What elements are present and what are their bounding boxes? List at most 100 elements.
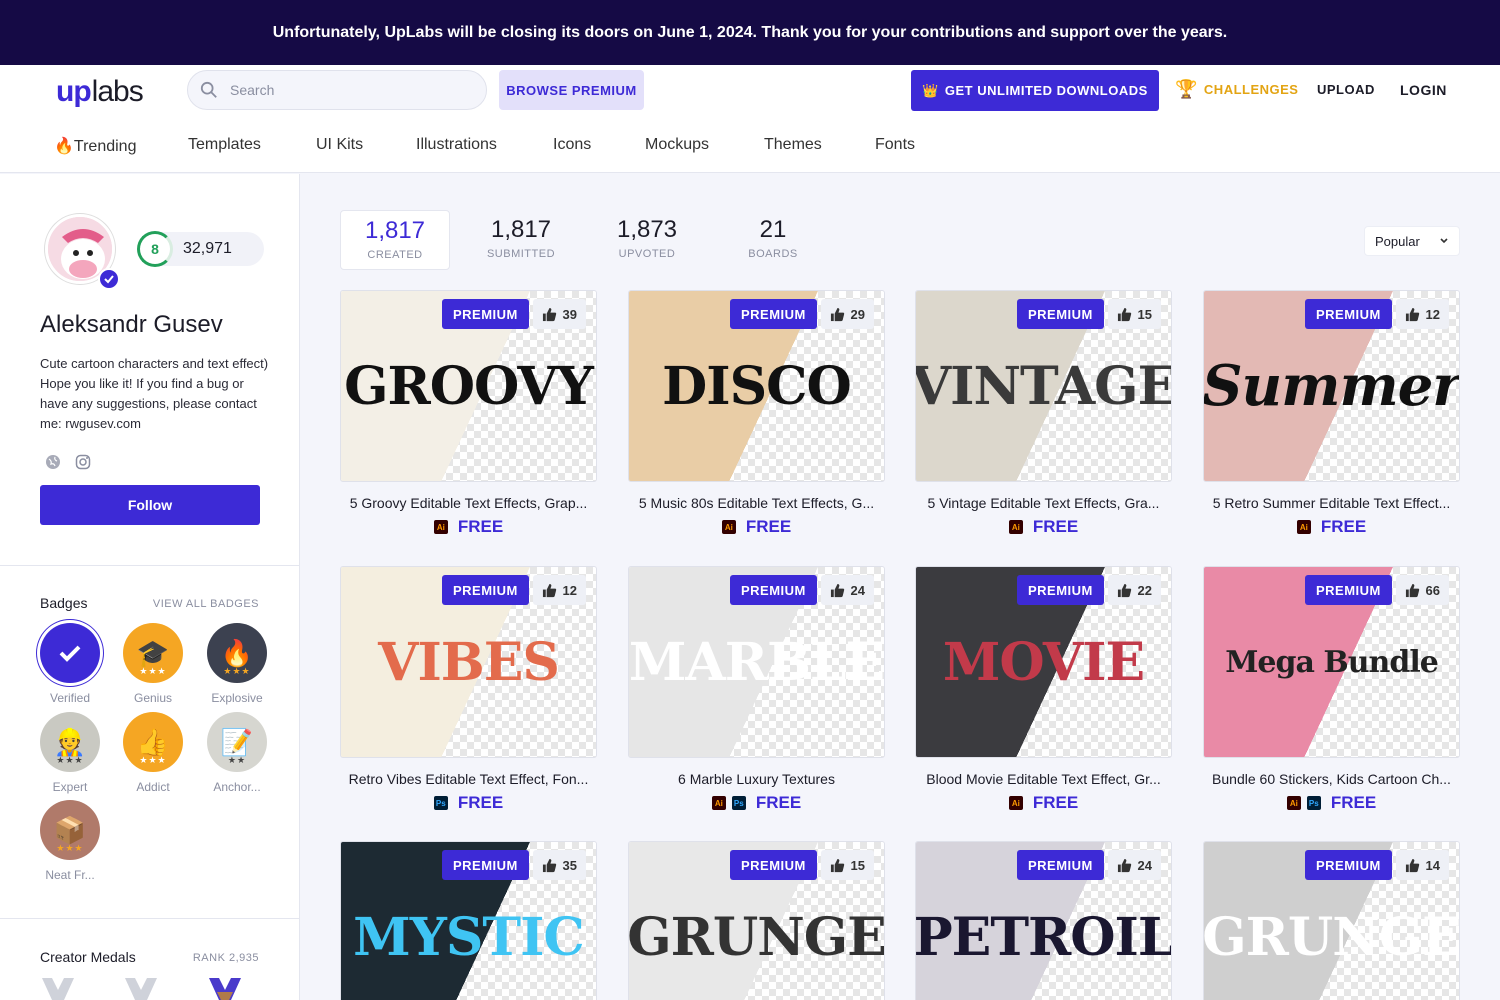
search-box[interactable]: [187, 70, 487, 110]
card-title[interactable]: 5 Groovy Editable Text Effects, Grap...: [340, 495, 597, 511]
badge-genius[interactable]: 🎓 ★★★ Genius: [122, 623, 184, 705]
browse-premium-button[interactable]: BROWSE PREMIUM: [499, 70, 644, 110]
artwork-text: DISCO: [662, 355, 852, 417]
like-button[interactable]: 29: [820, 299, 874, 329]
top-header: uplabs BROWSE PREMIUM 👑 GET UNLIMITED DO…: [0, 65, 1500, 173]
like-button[interactable]: 22: [1107, 575, 1161, 605]
badge-expert[interactable]: 👷 ★★★ Expert: [39, 712, 101, 794]
card-meta: Ai FREE: [915, 517, 1172, 537]
card-thumbnail[interactable]: GROOVY PREMIUM 39: [340, 290, 597, 482]
illustrator-file-icon: Ai: [1008, 520, 1023, 534]
card-thumbnail[interactable]: GRUNGE PREMIUM 15: [628, 841, 885, 1000]
card-thumbnail[interactable]: GRUNGE PREMIUM 14: [1203, 841, 1460, 1000]
design-card[interactable]: MARBLE PREMIUM 24 6 Marble Luxury Textures A…: [628, 566, 885, 813]
category-mockups[interactable]: Mockups: [645, 136, 709, 154]
category-ui-kits[interactable]: UI Kits: [316, 136, 363, 154]
card-thumbnail[interactable]: MYSTIC PREMIUM 35: [340, 841, 597, 1000]
design-card[interactable]: GROOVY PREMIUM 39 5 Groovy Editable Text Ef…: [340, 290, 597, 537]
like-button[interactable]: 12: [1395, 299, 1449, 329]
badge-label: Addict: [136, 780, 170, 794]
like-button[interactable]: 15: [1107, 299, 1161, 329]
card-thumbnail[interactable]: DISCO PREMIUM 29: [628, 290, 885, 482]
photoshop-file-icon: Ps: [433, 796, 448, 810]
category-illustrations[interactable]: Illustrations: [416, 136, 497, 154]
badge-explosive[interactable]: 🔥 ★★★ Explosive: [206, 623, 268, 705]
flame-icon: 🔥 ★★★: [207, 623, 267, 683]
sort-dropdown[interactable]: Popular: [1364, 226, 1460, 256]
badge-addict[interactable]: 👍 ★★★ Addict: [122, 712, 184, 794]
category-fonts[interactable]: Fonts: [875, 136, 915, 154]
badge-anchor[interactable]: 📝 ★★ Anchor...: [206, 712, 268, 794]
like-count: 29: [850, 306, 865, 322]
category-icons[interactable]: Icons: [553, 136, 591, 154]
card-title[interactable]: 6 Marble Luxury Textures: [628, 771, 885, 787]
category-themes[interactable]: Themes: [764, 136, 822, 154]
like-button[interactable]: 24: [820, 575, 874, 605]
upload-link[interactable]: UPLOAD: [1317, 82, 1375, 97]
design-card[interactable]: VIBES PREMIUM 12 Retro Vibes Editable Text …: [340, 566, 597, 813]
card-title[interactable]: Retro Vibes Editable Text Effect, Fon...: [340, 771, 597, 787]
like-button[interactable]: 14: [1395, 850, 1449, 880]
card-thumbnail[interactable]: VIBES PREMIUM 12: [340, 566, 597, 758]
design-card[interactable]: VINTAGE PREMIUM 15 5 Vintage Editable Text …: [915, 290, 1172, 537]
badge-verified[interactable]: Verified: [39, 623, 101, 705]
thumbs-up-icon: 👍 ★★★: [123, 712, 183, 772]
uplabs-logo[interactable]: up labs: [56, 75, 144, 109]
login-link[interactable]: LOGIN: [1400, 82, 1447, 98]
search-input[interactable]: [230, 82, 470, 98]
card-title[interactable]: Bundle 60 Stickers, Kids Cartoon Ch...: [1203, 771, 1460, 787]
challenges-label: CHALLENGES: [1203, 82, 1299, 97]
design-card[interactable]: MYSTIC PREMIUM 35: [340, 841, 597, 1000]
category-templates[interactable]: Templates: [188, 136, 261, 154]
challenges-link[interactable]: 🏆 CHALLENGES: [1175, 79, 1298, 100]
stat-upvoted[interactable]: 1,873 UPVOTED: [592, 210, 702, 270]
like-count: 24: [850, 582, 865, 598]
badge-label: Verified: [49, 691, 91, 705]
card-title[interactable]: Blood Movie Editable Text Effect, Gr...: [915, 771, 1172, 787]
card-title[interactable]: 5 Vintage Editable Text Effects, Gra...: [915, 495, 1172, 511]
card-title[interactable]: 5 Music 80s Editable Text Effects, G...: [628, 495, 885, 511]
like-button[interactable]: 15: [820, 850, 874, 880]
card-thumbnail[interactable]: VINTAGE PREMIUM 15: [915, 290, 1172, 482]
design-card[interactable]: Mega Bundle PREMIUM 66 Bundle 60 Stickers, …: [1203, 566, 1460, 813]
illustrator-file-icon: Ai: [1296, 520, 1311, 534]
premium-badge: PREMIUM: [1017, 850, 1104, 880]
design-card[interactable]: GRUNGE PREMIUM 14: [1203, 841, 1460, 1000]
design-card[interactable]: DISCO PREMIUM 29 5 Music 80s Editable Text …: [628, 290, 885, 537]
stat-submitted[interactable]: 1,817 SUBMITTED: [466, 210, 576, 270]
design-card[interactable]: Summer PREMIUM 12 5 Retro Summer Editable T…: [1203, 290, 1460, 537]
get-unlimited-downloads-button[interactable]: 👑 GET UNLIMITED DOWNLOADS: [911, 70, 1159, 111]
card-thumbnail[interactable]: PETROIL PREMIUM 24: [915, 841, 1172, 1000]
like-button[interactable]: 24: [1107, 850, 1161, 880]
view-all-badges-link[interactable]: VIEW ALL BADGES: [153, 598, 259, 610]
like-button[interactable]: 12: [532, 575, 586, 605]
price-free: FREE: [1330, 793, 1377, 812]
price-free: FREE: [1032, 793, 1079, 812]
thumbs-up-icon: [830, 307, 844, 321]
like-count: 24: [1137, 857, 1152, 873]
design-card[interactable]: GRUNGE PREMIUM 15: [628, 841, 885, 1000]
instagram-icon[interactable]: [75, 454, 91, 470]
category-trending[interactable]: 🔥Trending: [54, 136, 136, 156]
card-thumbnail[interactable]: Summer PREMIUM 12: [1203, 290, 1460, 482]
stat-boards[interactable]: 21 BOARDS: [718, 210, 828, 270]
search-icon: [200, 81, 217, 98]
like-count: 12: [1425, 306, 1440, 322]
badge-neat-freak[interactable]: 📦 ★★★ Neat Fr...: [39, 800, 101, 882]
design-card[interactable]: PETROIL PREMIUM 24: [915, 841, 1172, 1000]
artwork-text: MYSTIC: [353, 906, 585, 968]
follow-button[interactable]: Follow: [40, 485, 260, 525]
design-card[interactable]: MOVIE PREMIUM 22 Blood Movie Editable Text …: [915, 566, 1172, 813]
like-button[interactable]: 39: [532, 299, 586, 329]
stat-created[interactable]: 1,817 CREATED: [340, 210, 450, 270]
silver-medal-icon: [125, 978, 157, 1000]
card-thumbnail[interactable]: Mega Bundle PREMIUM 66: [1203, 566, 1460, 758]
like-button[interactable]: 35: [532, 850, 586, 880]
card-title[interactable]: 5 Retro Summer Editable Text Effect...: [1203, 495, 1460, 511]
card-thumbnail[interactable]: MOVIE PREMIUM 22: [915, 566, 1172, 758]
social-links: [45, 454, 91, 470]
globe-icon[interactable]: [45, 454, 61, 470]
points-count: 32,971: [183, 240, 232, 257]
card-thumbnail[interactable]: MARBLE PREMIUM 24: [628, 566, 885, 758]
like-button[interactable]: 66: [1395, 575, 1449, 605]
